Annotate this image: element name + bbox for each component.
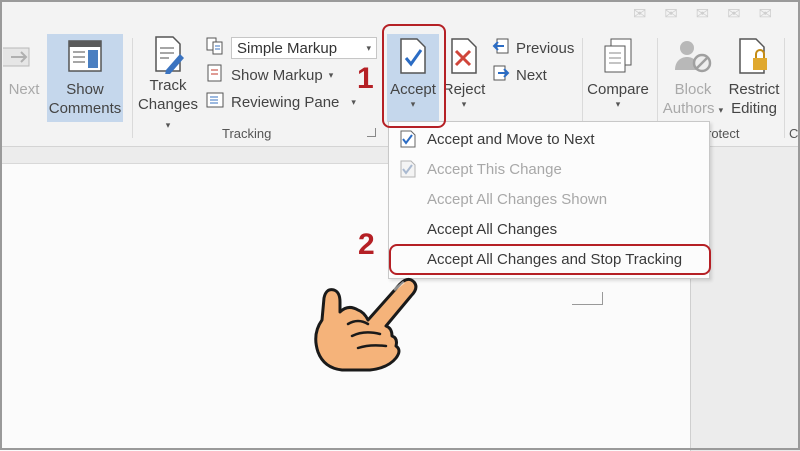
step2-highlight-box: [389, 244, 711, 275]
compare-icon: [601, 34, 635, 78]
step2-number: 2: [358, 228, 375, 261]
restrict-editing-line2: Editing: [731, 100, 777, 117]
restrict-editing-line1: Restrict: [728, 81, 780, 98]
menu-item-accept-move-next[interactable]: Accept and Move to Next: [389, 124, 709, 154]
show-comments-button[interactable]: Show Comments: [47, 34, 123, 122]
previous-label: Previous: [516, 39, 575, 57]
chevron-down-icon: ▾: [366, 43, 371, 53]
menu-item-label: Accept and Move to Next: [427, 130, 595, 148]
previous-change-button[interactable]: Previous: [492, 37, 574, 59]
next-comment-icon: [3, 34, 39, 78]
tracking-group-label: Tracking: [222, 126, 272, 141]
show-comments-line1: Show: [66, 81, 104, 98]
menu-item-accept-all-shown[interactable]: Accept All Changes Shown: [389, 184, 709, 214]
display-for-review-row: Simple Markup ▾: [205, 37, 377, 59]
show-markup-button[interactable]: Show Markup ▾: [205, 64, 333, 86]
block-authors-line1: Block: [674, 81, 712, 98]
block-authors-button[interactable]: Block Authors ▾: [660, 34, 726, 122]
chevron-down-icon: ▾: [615, 99, 621, 109]
ribbon-pattern: ✉✉✉✉✉: [632, 6, 790, 23]
menu-item-label: Accept All Changes Shown: [427, 190, 608, 208]
track-changes-icon: [150, 34, 186, 74]
margin-corner-mark: [572, 292, 603, 305]
protect-group-label: rotect: [707, 126, 740, 141]
next-comment-label: Next: [8, 81, 40, 98]
reviewing-pane-label: Reviewing Pane: [231, 93, 340, 111]
show-comments-line2: Comments: [48, 100, 122, 117]
menu-item-accept-this-change[interactable]: Accept This Change: [389, 154, 709, 184]
block-authors-icon: [673, 34, 713, 78]
separator: [784, 38, 785, 138]
reviewing-pane-button[interactable]: Reviewing Pane ▾: [205, 91, 356, 113]
previous-change-icon: [492, 37, 510, 59]
next-change-icon: [492, 64, 510, 86]
compare-button[interactable]: Compare ▾: [585, 34, 651, 122]
chevron-down-icon: ▾: [328, 70, 334, 80]
next-change-button[interactable]: Next: [492, 64, 547, 86]
markup-combo-value: Simple Markup: [237, 39, 338, 57]
comments-panel-icon: [66, 34, 104, 78]
next-group-label-partial: C: [789, 126, 799, 141]
markup-combo[interactable]: Simple Markup ▾: [231, 37, 377, 59]
accept-this-change-icon: [389, 160, 427, 178]
reject-doc-icon: [449, 34, 479, 78]
show-markup-icon: [205, 63, 225, 87]
step1-highlight-box: [382, 24, 446, 128]
next-comment-button[interactable]: Next: [0, 34, 42, 122]
block-authors-line2: Authors ▾: [662, 100, 724, 117]
separator: [132, 38, 133, 138]
chevron-down-icon: ▾: [461, 99, 467, 109]
markup-display-icon: [205, 36, 225, 60]
reject-button[interactable]: Reject ▾: [442, 34, 486, 122]
menu-item-accept-all[interactable]: Accept All Changes: [389, 214, 709, 244]
step1-number: 1: [357, 62, 374, 95]
menu-item-label: Accept This Change: [427, 160, 562, 178]
restrict-editing-icon: [737, 34, 771, 78]
track-changes-line1: Track: [149, 77, 187, 94]
show-markup-label: Show Markup: [231, 66, 323, 84]
pointing-hand-icon: [308, 268, 418, 378]
restrict-editing-button[interactable]: Restrict Editing: [726, 34, 782, 122]
reviewing-pane-icon: [205, 90, 225, 114]
tracking-dialog-launcher-icon[interactable]: [367, 128, 376, 137]
menu-item-label: Accept All Changes: [427, 220, 558, 238]
track-changes-line2: Changes ▾: [137, 96, 199, 130]
chevron-down-icon: ▾: [351, 97, 356, 107]
reject-label: Reject: [442, 81, 486, 98]
accept-move-next-icon: [389, 130, 427, 148]
track-changes-button[interactable]: Track Changes ▾: [134, 34, 202, 130]
next-label: Next: [516, 66, 547, 84]
compare-label: Compare: [587, 81, 649, 98]
